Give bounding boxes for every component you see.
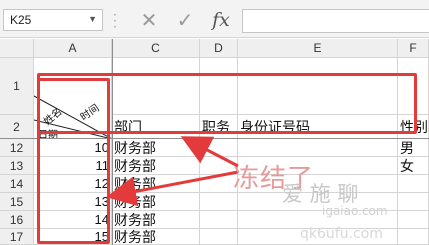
watermark-bottom: qk6ufu.com [300,226,383,242]
arrow-to-frozen-column [106,170,239,207]
arrow-to-frozen-rows [180,136,239,168]
watermark-url: igaiao.com [322,204,388,218]
